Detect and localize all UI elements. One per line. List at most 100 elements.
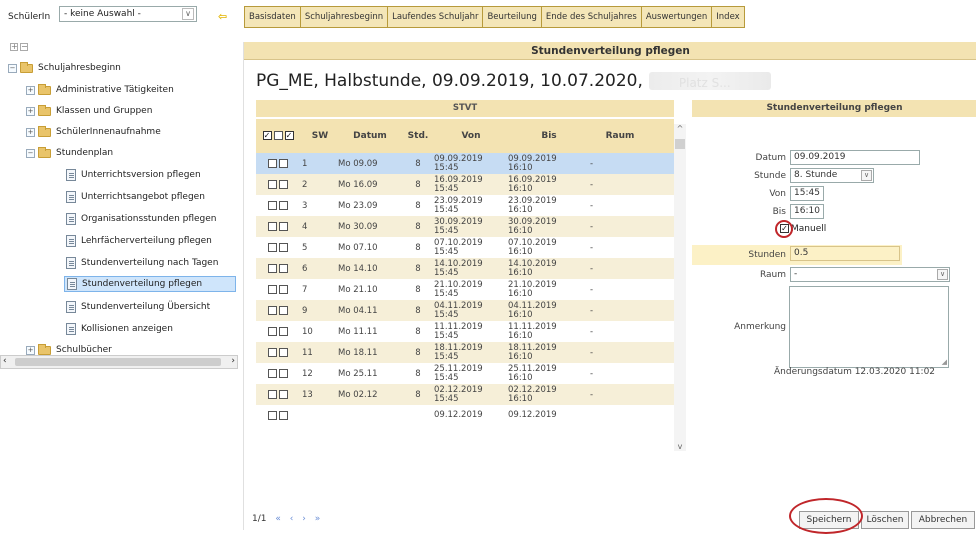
row-checkbox[interactable] (279, 284, 288, 294)
table-row[interactable]: 6 Mo 14.10 8 14.10.2019 15:45 14.10.2019 16:10… (256, 258, 674, 279)
row-checkbox[interactable] (279, 200, 288, 210)
row-checkbox[interactable] (279, 410, 288, 420)
tree-item-stundenverteilung-uebersicht[interactable]: Stundenverteilung Übersicht (66, 299, 210, 315)
invert-checkbox[interactable] (284, 131, 294, 140)
grid-vertical-scrollbar[interactable]: ^ v (674, 124, 686, 451)
scroll-up-icon[interactable]: ^ (674, 124, 686, 133)
row-checkbox[interactable] (279, 158, 288, 168)
first-page-icon[interactable]: « (275, 514, 284, 524)
table-row[interactable]: 11 Mo 18.11 8 18.11.2019 15:45 18.11.2019 16:1… (256, 342, 674, 363)
tab-auswertungen[interactable]: Auswertungen (640, 6, 712, 28)
row-checkbox[interactable] (268, 242, 277, 252)
row-checkbox[interactable] (268, 179, 277, 189)
schueler-select[interactable]: - keine Auswahl - ∨ (59, 6, 197, 22)
expand-icon[interactable]: + (26, 106, 35, 116)
collapse-icon[interactable]: − (8, 63, 17, 73)
tree-item-organisationsstunden[interactable]: Organisationsstunden pflegen (66, 211, 217, 227)
back-arrow-icon[interactable]: ⇦ (218, 10, 227, 23)
col-datum[interactable]: Datum (338, 119, 402, 153)
collapse-all-icon[interactable]: − (20, 43, 28, 51)
select-none-checkbox[interactable] (273, 131, 283, 140)
table-row[interactable]: 1 Mo 09.09 8 09.09.2019 15:45 09.09.2019 16:10… (256, 153, 674, 174)
von-input[interactable]: 15:45 (790, 186, 824, 201)
row-checkbox[interactable] (268, 200, 277, 210)
row-checkbox[interactable] (268, 284, 277, 294)
row-checkbox[interactable] (279, 326, 288, 336)
col-von[interactable]: Von (434, 119, 508, 153)
select-all-checkbox[interactable] (262, 131, 272, 140)
tree-item-kollisionen[interactable]: Kollisionen anzeigen (66, 321, 173, 337)
cancel-button[interactable]: Abbrechen (911, 511, 975, 529)
expand-icon[interactable]: + (26, 85, 35, 95)
table-row[interactable]: 9 Mo 04.11 8 04.11.2019 15:45 04.11.2019 16:10… (256, 300, 674, 321)
col-raum[interactable]: Raum (590, 119, 650, 153)
table-row[interactable]: 7 Mo 21.10 8 21.10.2019 15:45 21.10.2019 16:10… (256, 279, 674, 300)
tree-item-stundenverteilung-tagen[interactable]: Stundenverteilung nach Tagen (66, 255, 218, 271)
scroll-right-icon[interactable]: › (231, 356, 235, 366)
table-row[interactable]: 3 Mo 23.09 8 23.09.2019 15:45 23.09.2019 16:10… (256, 195, 674, 216)
row-checkbox[interactable] (279, 221, 288, 231)
row-checkbox[interactable] (268, 347, 277, 357)
row-checkbox[interactable] (268, 410, 277, 420)
tree-item-unterrichtsversion[interactable]: Unterrichtsversion pflegen (66, 167, 201, 183)
row-checkbox[interactable] (268, 158, 277, 168)
anmerkung-textarea[interactable]: ◢ (789, 286, 949, 368)
next-page-icon[interactable]: › (302, 514, 309, 524)
tree-item-aufnahme[interactable]: + SchülerInnenaufnahme (26, 124, 161, 140)
col-bis[interactable]: Bis (508, 119, 590, 153)
col-std[interactable]: Std. (402, 119, 434, 153)
tree-item-administrative[interactable]: + Administrative Tätigkeiten (26, 82, 174, 98)
stunde-select[interactable]: 8. Stunde ∨ (790, 168, 874, 183)
row-checkbox[interactable] (268, 326, 277, 336)
row-checkbox[interactable] (268, 221, 277, 231)
delete-button[interactable]: Löschen (861, 511, 909, 529)
resize-grip-icon[interactable]: ◢ (942, 358, 947, 366)
tree-horizontal-scrollbar[interactable]: ‹ › (0, 355, 238, 369)
expand-all-icon[interactable]: + (10, 43, 18, 51)
row-checkbox[interactable] (279, 263, 288, 273)
scroll-thumb[interactable] (15, 358, 221, 366)
tree-item-klassen[interactable]: + Klassen und Gruppen (26, 103, 152, 119)
stunden-input[interactable]: 0.5 (790, 246, 900, 261)
table-row[interactable]: 09.12.2019 09.12.2019 (256, 405, 674, 426)
row-checkbox[interactable] (268, 305, 277, 315)
bis-input[interactable]: 16:10 (790, 204, 824, 219)
tab-index[interactable]: Index (711, 6, 745, 28)
expand-icon[interactable]: + (26, 345, 35, 355)
row-checkbox[interactable] (279, 368, 288, 378)
scroll-down-icon[interactable]: v (674, 442, 686, 451)
table-row[interactable]: 13 Mo 02.12 8 02.12.2019 15:45 02.12.2019 16:1… (256, 384, 674, 405)
row-checkbox[interactable] (279, 347, 288, 357)
collapse-icon[interactable]: − (26, 148, 35, 158)
tab-ende-des-schuljahres[interactable]: Ende des Schuljahres (540, 6, 641, 28)
tree-item-lehrfaecherverteilung[interactable]: Lehrfächerverteilung pflegen (66, 233, 212, 249)
row-checkbox[interactable] (268, 389, 277, 399)
table-row[interactable]: 2 Mo 16.09 8 16.09.2019 15:45 16.09.2019 16:10… (256, 174, 674, 195)
expand-icon[interactable]: + (26, 127, 35, 137)
scroll-left-icon[interactable]: ‹ (3, 356, 7, 366)
prev-page-icon[interactable]: ‹ (290, 514, 297, 524)
scroll-thumb[interactable] (675, 139, 685, 149)
table-row[interactable]: 10 Mo 11.11 8 11.11.2019 15:45 11.11.2019 16:1… (256, 321, 674, 342)
row-checkbox[interactable] (268, 263, 277, 273)
datum-input[interactable]: 09.09.2019 (790, 150, 920, 165)
tree-item-stundenverteilung-pflegen[interactable]: Stundenverteilung pflegen (64, 276, 236, 292)
row-checkbox[interactable] (279, 242, 288, 252)
table-row[interactable]: 12 Mo 25.11 8 25.11.2019 15:45 25.11.2019 16:1… (256, 363, 674, 384)
raum-select[interactable]: - ∨ (790, 267, 950, 282)
tab-basisdaten[interactable]: Basisdaten (244, 6, 300, 28)
table-row[interactable]: 4 Mo 30.09 8 30.09.2019 15:45 30.09.2019 16:10… (256, 216, 674, 237)
table-row[interactable]: 5 Mo 07.10 8 07.10.2019 15:45 07.10.2019 16:10… (256, 237, 674, 258)
tab-beurteilung[interactable]: Beurteilung (482, 6, 541, 28)
col-sw[interactable]: SW (302, 119, 338, 153)
row-checkbox[interactable] (279, 179, 288, 189)
row-checkbox[interactable] (268, 368, 277, 378)
tree-item-stundenplan[interactable]: − Stundenplan (26, 145, 113, 161)
row-checkbox[interactable] (279, 389, 288, 399)
last-page-icon[interactable]: » (315, 514, 324, 524)
tab-schuljahresbeginn[interactable]: Schuljahresbeginn (299, 6, 388, 28)
tab-laufendes-schuljahr[interactable]: Laufendes Schuljahr (387, 6, 483, 28)
tree-item-unterrichtsangebot[interactable]: Unterrichtsangebot pflegen (66, 189, 205, 205)
tree-root-schuljahresbeginn[interactable]: − Schuljahresbeginn (8, 60, 121, 76)
row-checkbox[interactable] (279, 305, 288, 315)
